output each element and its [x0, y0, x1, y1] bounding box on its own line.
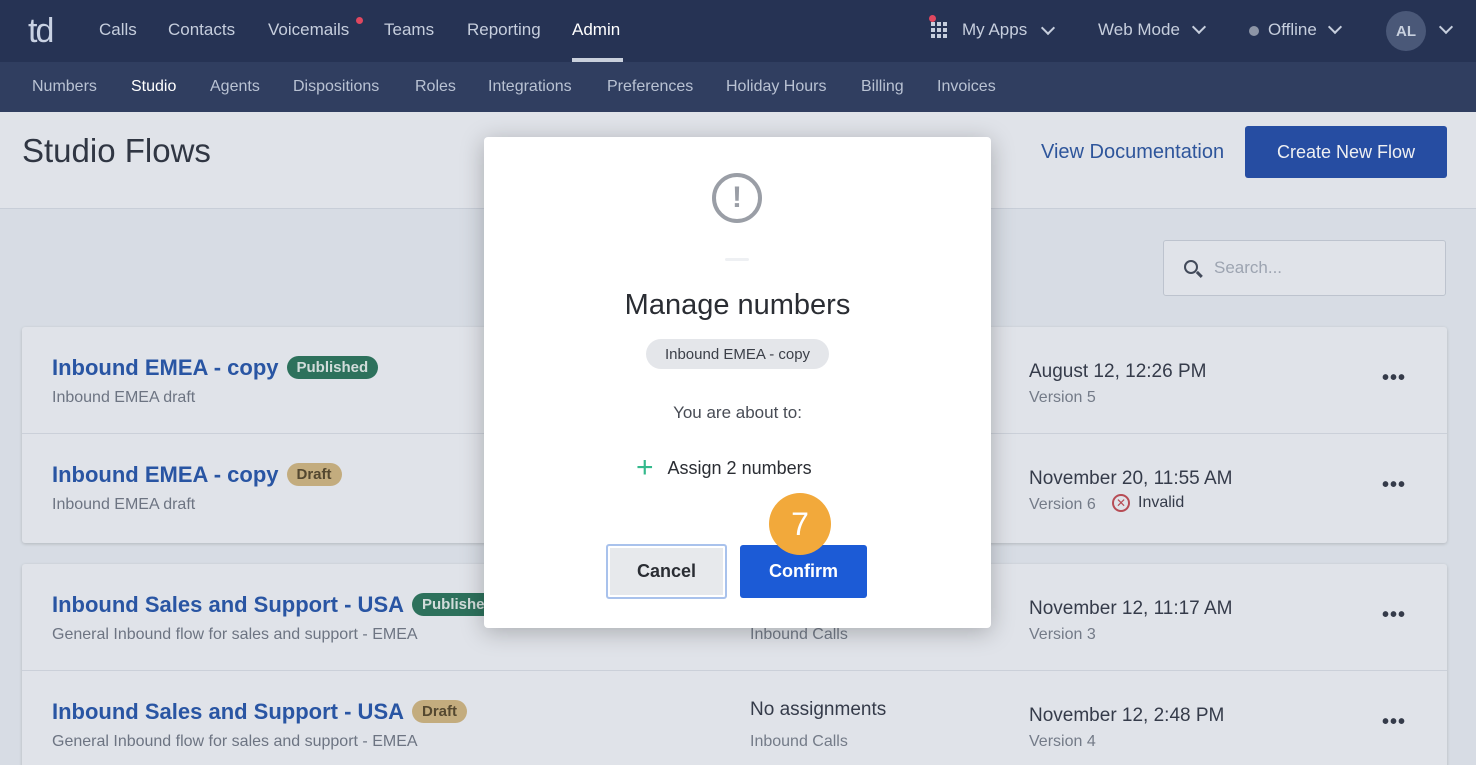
subnav-billing[interactable]: Billing: [861, 78, 904, 96]
assign-action-line: + Assign 2 numbers: [636, 453, 812, 483]
divider: [725, 258, 749, 261]
account-chevron-down-icon[interactable]: [1438, 19, 1454, 35]
status-dot-icon: [1249, 26, 1259, 36]
nav-admin[interactable]: Admin: [572, 20, 620, 40]
apps-notification-dot: [929, 15, 936, 22]
my-apps-chevron-down-icon[interactable]: [1040, 20, 1056, 36]
sub-nav: Numbers Studio Agents Dispositions Roles…: [0, 62, 1476, 112]
avatar[interactable]: AL: [1386, 11, 1426, 51]
plus-icon: +: [636, 451, 654, 484]
subnav-agents[interactable]: Agents: [210, 78, 260, 96]
logo[interactable]: td: [28, 12, 54, 51]
step-number-badge: 7: [769, 493, 831, 555]
status-chevron-down-icon[interactable]: [1327, 19, 1343, 35]
nav-voicemails[interactable]: Voicemails: [268, 20, 349, 40]
web-mode-menu[interactable]: Web Mode: [1098, 20, 1180, 40]
nav-calls[interactable]: Calls: [99, 20, 137, 40]
subnav-roles[interactable]: Roles: [415, 78, 456, 96]
subnav-integrations[interactable]: Integrations: [488, 78, 572, 96]
dialog-title: Manage numbers: [624, 289, 851, 321]
voicemail-notification-dot: [356, 17, 363, 24]
subnav-numbers[interactable]: Numbers: [32, 78, 97, 96]
subnav-holiday-hours[interactable]: Holiday Hours: [726, 78, 826, 96]
dialog-intro: You are about to:: [673, 403, 802, 422]
assign-action-text: Assign 2 numbers: [667, 457, 812, 478]
apps-grid-icon[interactable]: [931, 22, 948, 39]
subnav-preferences[interactable]: Preferences: [607, 78, 693, 96]
subnav-invoices[interactable]: Invoices: [937, 78, 996, 96]
manage-numbers-dialog: ! Manage numbers Inbound EMEA - copy You…: [484, 137, 991, 628]
cancel-button[interactable]: Cancel: [606, 544, 727, 599]
nav-reporting[interactable]: Reporting: [467, 20, 541, 40]
subnav-studio[interactable]: Studio: [131, 78, 176, 96]
top-nav: td Calls Contacts Voicemails Teams Repor…: [0, 0, 1476, 62]
subnav-dispositions[interactable]: Dispositions: [293, 78, 379, 96]
my-apps-menu[interactable]: My Apps: [962, 20, 1027, 40]
web-mode-chevron-down-icon[interactable]: [1191, 19, 1207, 35]
flow-name-chip: Inbound EMEA - copy: [646, 339, 829, 369]
nav-teams[interactable]: Teams: [384, 20, 434, 40]
status-menu[interactable]: Offline: [1268, 20, 1317, 40]
warning-icon: !: [712, 173, 762, 223]
nav-contacts[interactable]: Contacts: [168, 20, 235, 40]
